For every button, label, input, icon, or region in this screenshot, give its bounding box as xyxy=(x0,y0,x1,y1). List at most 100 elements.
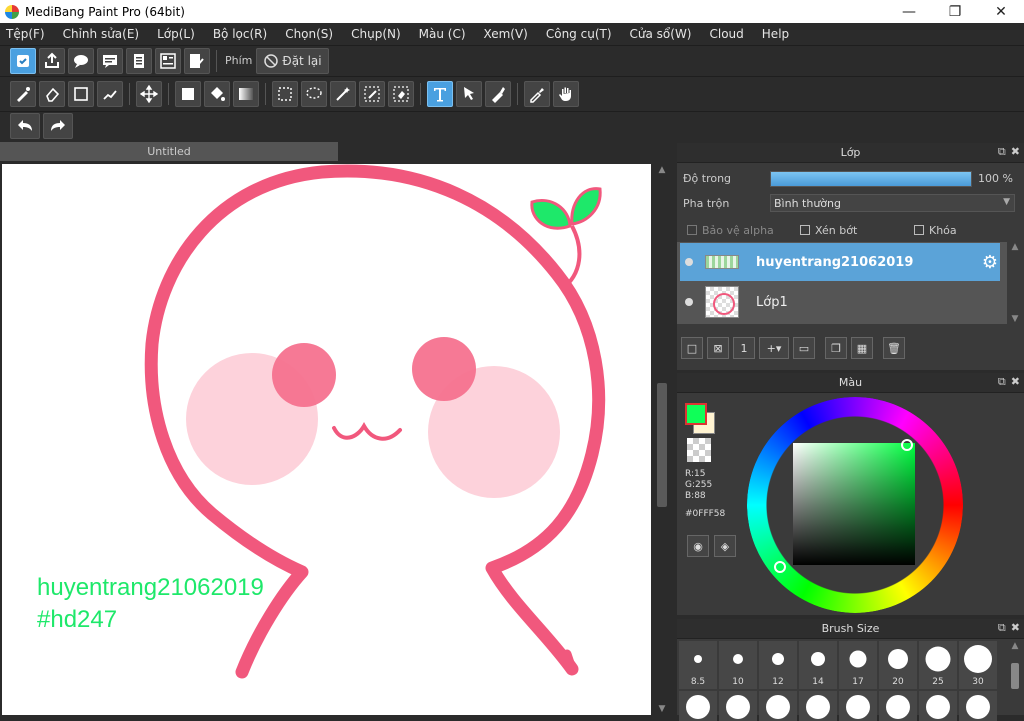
cloud-save-icon[interactable] xyxy=(10,47,36,74)
grid-edit-icon[interactable] xyxy=(184,47,210,74)
brush-size-option[interactable] xyxy=(679,691,717,721)
visibility-icon[interactable] xyxy=(685,298,693,306)
palette-icon[interactable]: ◉ xyxy=(687,535,709,557)
menu-edit[interactable]: Chỉnh sửa(E) xyxy=(61,27,142,41)
add-layer-dropdown-icon[interactable]: +▾ xyxy=(759,337,789,359)
transparent-color-swatch[interactable] xyxy=(687,438,711,462)
opacity-slider[interactable] xyxy=(770,171,972,187)
eraser-icon[interactable] xyxy=(39,80,65,107)
rectangle-icon[interactable] xyxy=(68,80,94,107)
magic-wand-icon[interactable] xyxy=(330,80,356,107)
text-tool-icon[interactable] xyxy=(427,80,453,107)
scroll-up-icon[interactable]: ▲ xyxy=(1008,242,1022,252)
brush-size-option[interactable] xyxy=(879,691,917,721)
maximize-icon[interactable]: ❐ xyxy=(932,0,978,23)
bucket-icon[interactable] xyxy=(204,80,230,107)
new-1bit-layer-icon[interactable]: 1 xyxy=(733,337,755,359)
undock-icon[interactable]: ⧉ xyxy=(998,375,1006,389)
undo-icon[interactable] xyxy=(10,113,40,139)
protect-alpha-checkbox[interactable]: Bảo vệ alpha xyxy=(687,224,774,237)
minimize-icon[interactable]: — xyxy=(886,0,932,23)
close-icon[interactable]: ✕ xyxy=(978,0,1024,23)
reset-button[interactable]: Đặt lại xyxy=(256,47,329,74)
brush-size-option[interactable] xyxy=(719,691,757,721)
panel-close-icon[interactable]: ✖ xyxy=(1011,145,1020,159)
layer-row-selected[interactable]: huyentrang21062019 ⚙ xyxy=(680,243,1000,281)
export-icon[interactable] xyxy=(39,47,65,74)
gradient-icon[interactable] xyxy=(233,80,259,107)
drawing-canvas[interactable]: huyentrang21062019 #hd247 xyxy=(2,164,651,715)
brush-size-option[interactable] xyxy=(919,691,957,721)
document-tab[interactable]: Untitled xyxy=(0,142,338,161)
merge-layer-icon[interactable]: ▦ xyxy=(851,337,873,359)
comment-icon[interactable] xyxy=(97,47,123,74)
brush-size-option[interactable]: 25 xyxy=(919,641,957,689)
canvas-scrollbar[interactable]: ▲ ▼ xyxy=(655,161,669,715)
hand-icon[interactable] xyxy=(553,80,579,107)
brush-size-option[interactable]: 12 xyxy=(759,641,797,689)
trash-icon[interactable]: 🗑 xyxy=(883,337,905,359)
brush-size-option[interactable]: 8.5 xyxy=(679,641,717,689)
brush-scrollbar[interactable]: ▲ xyxy=(1009,641,1021,715)
brush-size-option[interactable] xyxy=(959,691,997,721)
menu-color[interactable]: Màu (C) xyxy=(417,27,468,41)
speech-bubble-icon[interactable] xyxy=(68,47,94,74)
menu-tools[interactable]: Công cụ(T) xyxy=(544,27,614,41)
menu-window[interactable]: Cửa sổ(W) xyxy=(628,27,694,41)
layer-scrollbar[interactable]: ▲ ▼ xyxy=(1008,242,1022,332)
lasso-icon[interactable] xyxy=(301,80,327,107)
foreground-color-swatch[interactable] xyxy=(685,403,707,425)
dot-pen-icon[interactable] xyxy=(97,80,123,107)
brush-size-option[interactable] xyxy=(799,691,837,721)
brush-size-option[interactable]: 17 xyxy=(839,641,877,689)
color-wheel[interactable] xyxy=(745,395,965,615)
scroll-down-icon[interactable]: ▼ xyxy=(655,703,669,715)
scroll-up-icon[interactable]: ▲ xyxy=(1009,641,1021,651)
new-layer-icon[interactable]: □ xyxy=(681,337,703,359)
menu-filter[interactable]: Bộ lọc(R) xyxy=(211,27,269,41)
menu-select[interactable]: Chọn(S) xyxy=(283,27,335,41)
eyedropper-icon[interactable] xyxy=(524,80,550,107)
scroll-up-icon[interactable]: ▲ xyxy=(655,164,669,176)
undock-icon[interactable]: ⧉ xyxy=(998,145,1006,159)
brush-size-option[interactable]: 20 xyxy=(879,641,917,689)
scroll-thumb[interactable] xyxy=(1011,663,1019,689)
menu-file[interactable]: Tệp(F) xyxy=(4,27,47,41)
menu-snap[interactable]: Chụp(N) xyxy=(349,27,403,41)
select-rect-icon[interactable] xyxy=(272,80,298,107)
brush-size-option[interactable] xyxy=(759,691,797,721)
brush-size-option[interactable]: 14 xyxy=(799,641,837,689)
select-pen-icon[interactable] xyxy=(359,80,385,107)
visibility-icon[interactable] xyxy=(685,258,693,266)
folder-icon[interactable]: ▭ xyxy=(793,337,815,359)
duplicate-layer-icon[interactable]: ❐ xyxy=(825,337,847,359)
new-halftone-layer-icon[interactable]: ⊠ xyxy=(707,337,729,359)
lock-checkbox[interactable]: Khóa xyxy=(914,224,957,237)
panel-close-icon[interactable]: ✖ xyxy=(1011,375,1020,389)
clip-checkbox[interactable]: Xén bớt xyxy=(800,224,857,237)
brush-icon[interactable] xyxy=(10,80,36,107)
operation-icon[interactable] xyxy=(456,80,482,107)
menu-layer[interactable]: Lớp(L) xyxy=(155,27,197,41)
layer-row[interactable]: Lớp1 xyxy=(680,283,1000,321)
redo-icon[interactable] xyxy=(43,113,73,139)
menu-cloud[interactable]: Cloud xyxy=(708,27,746,41)
panel-layout-icon[interactable] xyxy=(155,47,181,74)
menu-help[interactable]: Help xyxy=(760,27,791,41)
palette-edit-icon[interactable]: ◈ xyxy=(714,535,736,557)
scroll-down-icon[interactable]: ▼ xyxy=(1008,314,1022,324)
move-icon[interactable] xyxy=(136,80,162,107)
brush-size-option[interactable]: 10 xyxy=(719,641,757,689)
fill-rect-icon[interactable] xyxy=(175,80,201,107)
blur-icon[interactable] xyxy=(485,80,511,107)
select-eraser-icon[interactable] xyxy=(388,80,414,107)
brush-size-option[interactable]: 30 xyxy=(959,641,997,689)
gear-icon[interactable]: ⚙ xyxy=(982,252,998,273)
brush-size-option[interactable] xyxy=(839,691,877,721)
document-icon[interactable] xyxy=(126,47,152,74)
blend-mode-select[interactable]: Bình thường ▼ xyxy=(770,194,1015,212)
panel-close-icon[interactable]: ✖ xyxy=(1011,621,1020,635)
menu-view[interactable]: Xem(V) xyxy=(482,27,530,41)
undock-icon[interactable]: ⧉ xyxy=(998,621,1006,635)
scroll-thumb[interactable] xyxy=(657,383,667,507)
